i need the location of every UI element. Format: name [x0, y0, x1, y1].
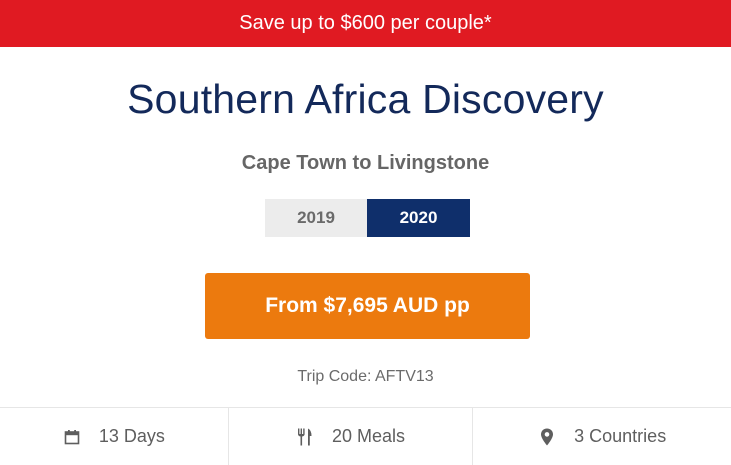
year-tabs: 2019 2020 [265, 199, 470, 237]
year-tab-2019[interactable]: 2019 [265, 199, 367, 237]
stat-meals: 20 Meals [227, 408, 473, 465]
stat-countries-label: 3 Countries [574, 426, 667, 446]
trip-title: Southern Africa Discovery [127, 76, 604, 122]
stat-meals-label: 20 Meals [332, 426, 406, 446]
stat-days-label: 13 Days [98, 426, 165, 446]
promo-banner: Save up to $600 per couple* [0, 0, 731, 47]
price-button[interactable]: From $7,695 AUD pp [205, 273, 530, 339]
year-tab-2020[interactable]: 2020 [367, 199, 470, 237]
trip-route: Cape Town to Livingstone [241, 152, 490, 174]
calendar-icon [63, 428, 81, 446]
promo-text: Save up to $600 per couple* [239, 12, 492, 34]
stat-days: 13 Days [0, 408, 228, 465]
stat-countries: 3 Countries [472, 408, 731, 465]
trip-code: Trip Code: AFTV13 [297, 368, 434, 385]
trip-stats: 13 Days 20 Meals 3 Countries [0, 407, 731, 465]
location-pin-icon [538, 428, 556, 446]
utensils-icon [296, 428, 314, 446]
